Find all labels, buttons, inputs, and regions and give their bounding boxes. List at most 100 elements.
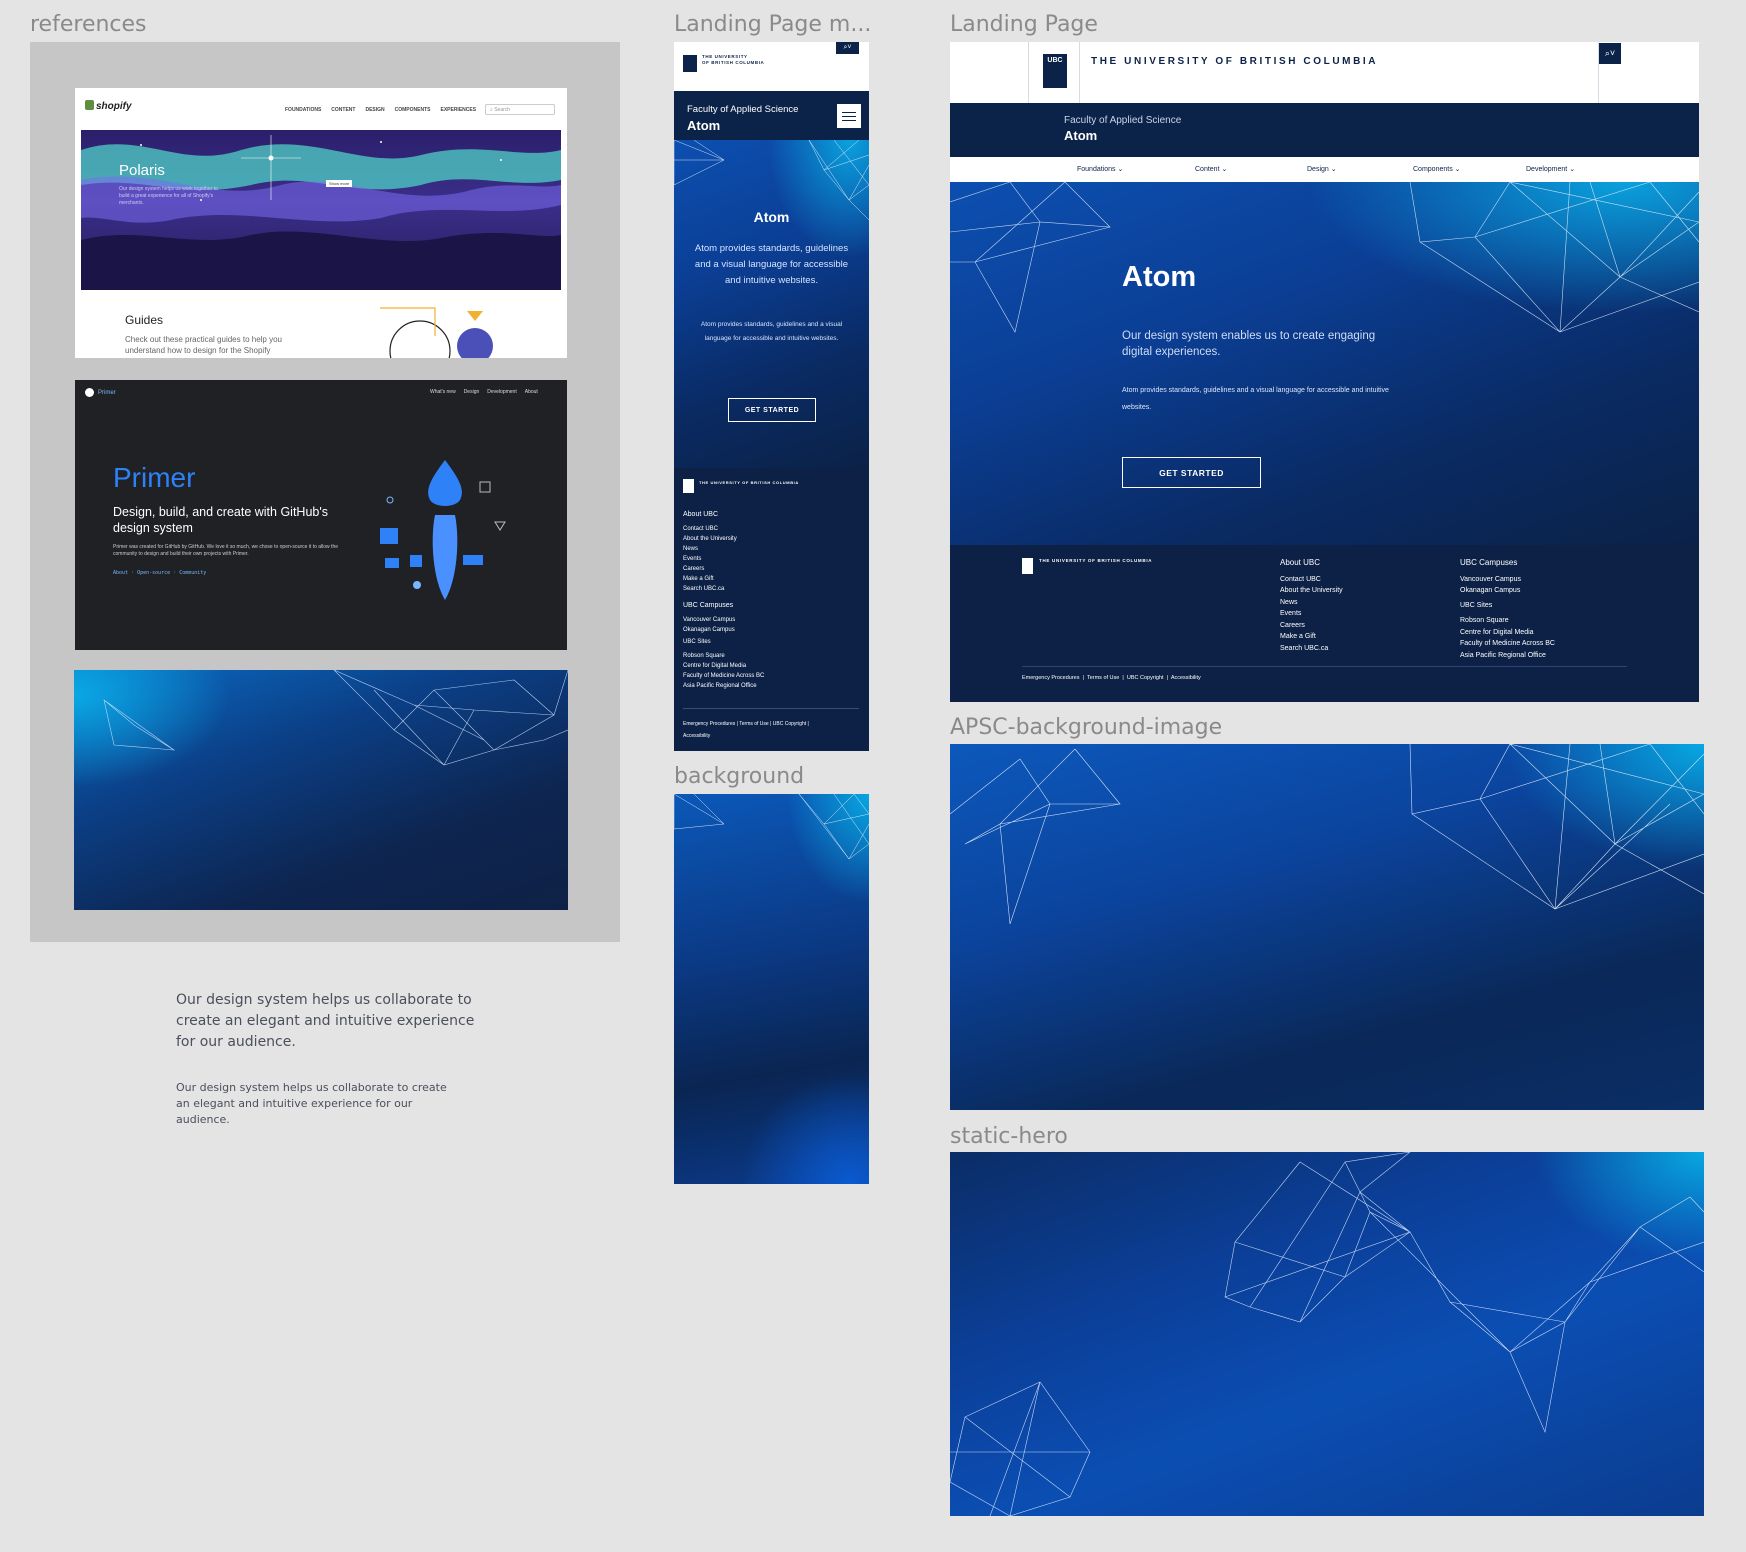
mobile-faculty-name: Faculty of Applied Science <box>687 104 799 115</box>
legal-link[interactable]: Emergency Procedures <box>1022 675 1079 681</box>
footer-campus-column: UBC Campuses Vancouver Campus Okanagan C… <box>1460 557 1555 661</box>
footer-link[interactable]: Vancouver Campus <box>683 615 764 625</box>
shopify-polaris-reference[interactable]: shopify FOUNDATIONS CONTENT DESIGN COMPO… <box>75 88 567 358</box>
mobile-search-toggle[interactable]: ⌕˅ <box>836 42 859 54</box>
landing-mobile-frame[interactable]: THE UNIVERSITY OF BRITISH COLUMBIA ⌕˅ Fac… <box>674 42 869 751</box>
mobile-faculty-bar: Faculty of Applied Science Atom <box>674 91 869 140</box>
ubc-header: UBC THE UNIVERSITY OF BRITISH COLUMBIA ⌕… <box>950 42 1699 103</box>
footer-link[interactable]: Faculty of Medicine Across BC <box>683 671 764 681</box>
mobile-ubc-header: THE UNIVERSITY OF BRITISH COLUMBIA ⌕˅ <box>674 42 869 91</box>
footer-heading: UBC Sites <box>1460 601 1493 609</box>
legal-link[interactable]: Terms of Use <box>739 721 768 727</box>
nav-item-content[interactable]: Content ⌄ <box>1195 165 1227 173</box>
footer-link[interactable]: Careers <box>1280 620 1343 632</box>
nav-item-development[interactable]: Development ⌄ <box>1526 165 1575 173</box>
frame-label-apsc-bg: APSC-background-image <box>950 715 1223 740</box>
mobile-hero: Atom Atom provides standards, guidelines… <box>674 140 869 468</box>
mobile-hero-title: Atom <box>753 209 790 225</box>
shopify-search-input[interactable]: ⌕ Search <box>485 104 555 115</box>
ubc-crest-icon <box>1022 558 1033 574</box>
footer-link[interactable]: About the University <box>683 534 764 544</box>
network-lines <box>950 182 1699 333</box>
legal-link[interactable]: Accessibility <box>683 733 710 739</box>
shopify-nav-item[interactable]: EXPERIENCES <box>440 107 476 113</box>
hero-lead: Our design system enables us to create e… <box>1122 330 1376 358</box>
footer-link[interactable]: Robson Square <box>1460 615 1555 627</box>
primer-nav-item[interactable]: About <box>525 389 538 395</box>
hero-get-started-button[interactable]: GET STARTED <box>1122 457 1261 488</box>
hamburger-icon <box>842 112 856 113</box>
nav-item-design[interactable]: Design ⌄ <box>1307 165 1337 173</box>
footer-link[interactable]: Okanagan Campus <box>683 625 764 635</box>
footer-link[interactable]: Vancouver Campus <box>1460 574 1555 586</box>
legal-link[interactable]: UBC Copyright <box>1127 675 1164 681</box>
frame-label-static-hero: static-hero <box>950 1124 1068 1149</box>
primer-nav-item[interactable]: Development <box>487 389 516 395</box>
primer-links[interactable]: About · Open-source · Community <box>113 570 206 576</box>
nav-item-components[interactable]: Components ⌄ <box>1413 165 1461 173</box>
primer-reference[interactable]: Primer What's new Design Development Abo… <box>75 380 567 650</box>
footer-univ-name: THE UNIVERSITY OF BRITISH COLUMBIA <box>1039 558 1153 563</box>
footer-link[interactable]: News <box>683 544 764 554</box>
footer-link[interactable]: Make a Gift <box>1280 631 1343 643</box>
footer-link[interactable]: Make a Gift <box>683 574 764 584</box>
footer-link[interactable]: Search UBC.ca <box>1280 643 1343 655</box>
network-lines <box>674 794 869 860</box>
shopify-show-more[interactable]: Show more <box>326 180 353 187</box>
legal-link[interactable]: Emergency Procedures <box>683 721 735 727</box>
footer-link[interactable]: Centre for Digital Media <box>683 661 764 671</box>
footer-link[interactable]: News <box>1280 597 1343 609</box>
footer-link[interactable]: Events <box>1280 608 1343 620</box>
footer-link[interactable]: Search UBC.ca <box>683 584 764 594</box>
shopify-hero: Polaris Our design system helps us work … <box>81 130 561 290</box>
chevron-down-icon: ˅ <box>1609 48 1616 58</box>
footer-heading: About UBC <box>683 511 719 518</box>
main-nav: Foundations ⌄ Content ⌄ Design ⌄ Compone… <box>950 157 1699 182</box>
references-frame[interactable]: shopify FOUNDATIONS CONTENT DESIGN COMPO… <box>30 42 620 942</box>
footer-link[interactable]: Centre for Digital Media <box>1460 627 1555 639</box>
footer-heading: About UBC <box>1280 558 1321 567</box>
shopify-guides-text: Check out these practical guides to help… <box>125 335 282 355</box>
landing-frame[interactable]: UBC THE UNIVERSITY OF BRITISH COLUMBIA ⌕… <box>950 42 1699 702</box>
footer-link[interactable]: Events <box>683 554 764 564</box>
footer-link[interactable]: Faculty of Medicine Across BC <box>1460 638 1555 650</box>
ubc-logo-box[interactable]: UBC <box>1028 42 1080 103</box>
mobile-menu-button[interactable] <box>837 104 861 128</box>
primer-title: Primer <box>113 462 196 493</box>
shopify-nav-item[interactable]: FOUNDATIONS <box>285 107 321 113</box>
hero-text: Atom provides standards, guidelines and … <box>1122 387 1389 411</box>
search-toggle-button[interactable]: ⌕˅ <box>1599 43 1621 64</box>
chevron-down-icon: ˅ <box>847 44 852 51</box>
background-frame <box>674 794 869 1184</box>
footer-link[interactable]: Careers <box>683 564 764 574</box>
legal-link[interactable]: Accessibility <box>1171 675 1201 681</box>
shopify-nav-item[interactable]: DESIGN <box>365 107 384 113</box>
footer-link[interactable]: About the University <box>1280 585 1343 597</box>
shopify-bag-icon <box>85 100 94 110</box>
landing-hero: Atom Our design system enables us to cre… <box>950 182 1699 545</box>
legal-link[interactable]: Terms of Use <box>1087 675 1119 681</box>
footer-link[interactable]: Contact UBC <box>1280 574 1343 586</box>
footer-link[interactable]: Robson Square <box>683 651 764 661</box>
footer-link[interactable]: Okanagan Campus <box>1460 585 1555 597</box>
static-hero <box>950 1152 1704 1516</box>
footer-link[interactable]: Asia Pacific Regional Office <box>1460 650 1555 662</box>
mobile-get-started-button[interactable]: GET STARTED <box>728 398 816 422</box>
primer-nav-item[interactable]: What's new <box>430 389 456 395</box>
footer-heading: UBC Campuses <box>1460 558 1518 567</box>
footer-link[interactable]: Contact UBC <box>683 524 764 534</box>
footer-link[interactable]: Asia Pacific Regional Office <box>683 681 764 691</box>
site-name: Atom <box>1064 128 1098 143</box>
chevron-down-icon: ⌄ <box>1569 166 1576 173</box>
shopify-nav-item[interactable]: COMPONENTS <box>395 107 431 113</box>
mobile-hero-p2: Atom provides standards, guidelines and … <box>700 321 843 342</box>
github-icon <box>85 388 94 397</box>
chevron-down-icon: ⌄ <box>1454 166 1461 173</box>
legal-link[interactable]: UBC Copyright <box>773 721 806 727</box>
note-large: Our design system helps us collaborate t… <box>176 992 475 1050</box>
shopify-nav-item[interactable]: CONTENT <box>331 107 355 113</box>
primer-nav-item[interactable]: Design <box>464 389 480 395</box>
primer-illustration <box>380 460 506 600</box>
nav-item-foundations[interactable]: Foundations ⌄ <box>1077 165 1123 173</box>
gradient-network-reference <box>74 670 568 910</box>
